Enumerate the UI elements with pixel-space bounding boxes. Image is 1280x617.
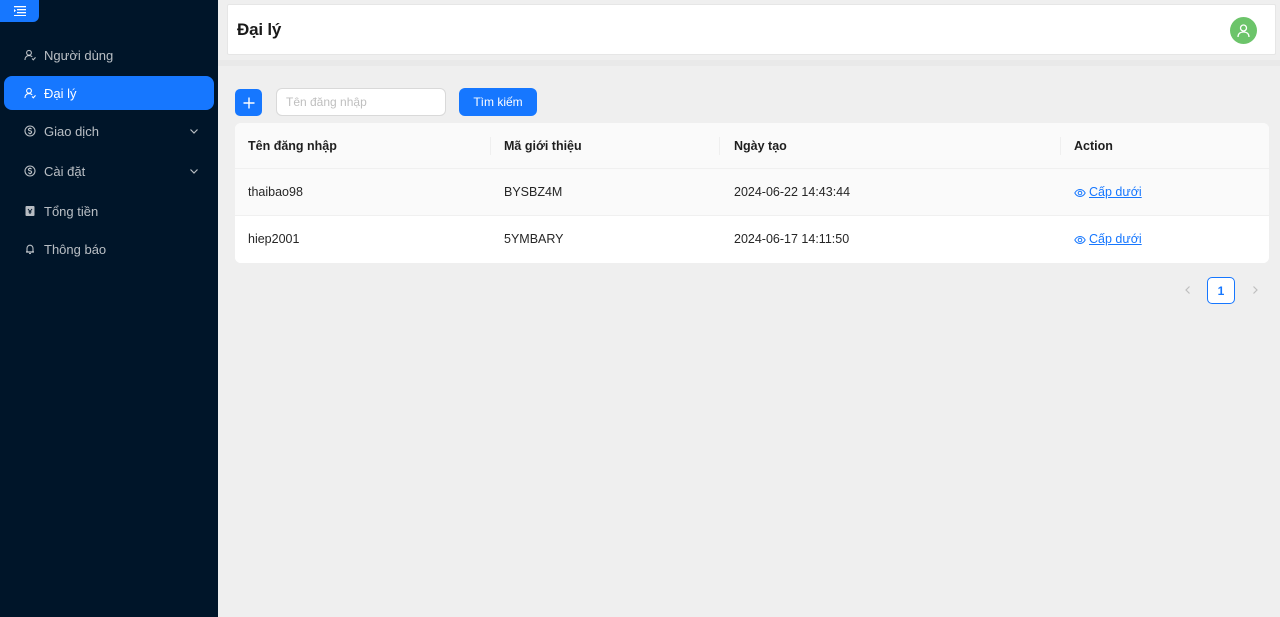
cell-referral-code: BYSBZ4M — [504, 185, 563, 199]
plus-icon — [243, 97, 254, 108]
user-icon — [24, 49, 36, 61]
chevron-down-icon — [190, 129, 198, 134]
sidebar-item-cai-dat[interactable]: Cài đặt — [4, 154, 214, 188]
subordinates-link-label: Cấp dưới — [1089, 232, 1142, 246]
menu-toggle-button[interactable] — [0, 0, 39, 22]
column-header-action: Action — [1074, 139, 1113, 153]
column-header-created-at[interactable]: Ngày tạo — [734, 123, 787, 169]
column-divider — [719, 137, 720, 155]
column-divider — [1060, 137, 1061, 155]
sidebar-item-label: Người dùng — [44, 47, 114, 63]
sidebar-item-tong-tien[interactable]: Tổng tiền — [4, 194, 214, 228]
sidebar-item-label: Cài đặt — [44, 163, 86, 179]
table-header: Tên đăng nhập Mã giới thiệu Ngày tạo Act… — [235, 123, 1269, 169]
search-button[interactable]: Tìm kiếm — [459, 88, 537, 116]
sidebar-item-dai-ly[interactable]: Đại lý — [4, 76, 214, 110]
subordinates-link[interactable]: Cấp dưới — [1074, 216, 1142, 263]
bell-icon — [24, 243, 36, 255]
menu-icon — [13, 6, 26, 16]
eye-icon — [1074, 235, 1086, 244]
pagination-page[interactable]: 1 — [1207, 277, 1235, 304]
chevron-down-icon — [190, 169, 198, 174]
cell-referral-code: 5YMBARY — [504, 232, 564, 246]
sidebar: Người dùng Đại lý Giao dịch Cài đặt Tổng… — [0, 0, 218, 617]
sidebar-item-label: Tổng tiền — [44, 203, 99, 219]
column-divider — [490, 137, 491, 155]
page-title: Đại lý — [237, 20, 282, 39]
page-header: Đại lý — [227, 4, 1276, 55]
cell-username: hiep2001 — [248, 232, 300, 246]
avatar[interactable] — [1230, 17, 1257, 44]
user-icon — [24, 87, 36, 99]
cell-created-at: 2024-06-17 14:11:50 — [734, 232, 850, 246]
chevron-right-icon — [1253, 286, 1258, 294]
chevron-left-icon — [1185, 286, 1190, 294]
agents-table: Tên đăng nhập Mã giới thiệu Ngày tạo Act… — [235, 123, 1269, 263]
sidebar-item-nguoi-dung[interactable]: Người dùng — [4, 38, 214, 72]
cell-created-at: 2024-06-22 14:43:44 — [734, 185, 851, 199]
sidebar-item-label: Giao dịch — [44, 123, 99, 139]
transaction-icon — [24, 125, 36, 137]
pagination-prev-button[interactable] — [1178, 280, 1198, 300]
money-icon — [24, 205, 36, 217]
table-row: thaibao98 BYSBZ4M 2024-06-22 14:43:44 Cấ… — [235, 169, 1269, 216]
user-avatar-icon — [1237, 24, 1250, 38]
subordinates-link-label: Cấp dưới — [1089, 185, 1142, 199]
settings-icon — [24, 165, 36, 177]
sidebar-item-label: Thông báo — [44, 241, 107, 257]
sidebar-menu: Người dùng Đại lý Giao dịch Cài đặt Tổng… — [0, 38, 218, 270]
pagination-next-button[interactable] — [1245, 280, 1265, 300]
column-header-username[interactable]: Tên đăng nhập — [248, 123, 337, 169]
eye-icon — [1074, 188, 1086, 197]
column-header-referral-code[interactable]: Mã giới thiệu — [504, 123, 582, 169]
username-search-input[interactable] — [276, 88, 446, 116]
sidebar-item-label: Đại lý — [44, 85, 77, 101]
cell-username: thaibao98 — [248, 185, 303, 199]
sidebar-item-thong-bao[interactable]: Thông báo — [4, 232, 214, 266]
add-button[interactable] — [235, 89, 262, 116]
table-row: hiep2001 5YMBARY 2024-06-17 14:11:50 Cấp… — [235, 216, 1269, 263]
subordinates-link[interactable]: Cấp dưới — [1074, 169, 1142, 216]
sidebar-item-giao-dich[interactable]: Giao dịch — [4, 114, 214, 148]
header-divider — [218, 60, 1280, 66]
